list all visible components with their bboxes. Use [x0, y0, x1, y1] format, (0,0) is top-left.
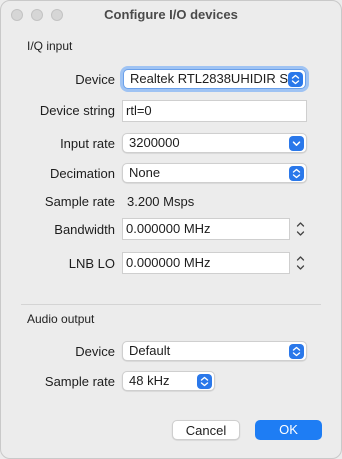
- audio-sample-rate-value: 48 kHz: [129, 373, 170, 388]
- audio-sample-rate-select[interactable]: 48 kHz: [122, 371, 215, 391]
- audio-device-label: Device: [75, 344, 115, 359]
- input-rate-select[interactable]: 3200000: [122, 133, 307, 153]
- cancel-button[interactable]: Cancel: [172, 420, 240, 440]
- bandwidth-stepper[interactable]: [294, 218, 307, 240]
- section-divider: [21, 304, 321, 305]
- window-title: Configure I/O devices: [104, 7, 238, 22]
- iq-device-value: Realtek RTL2838UHIDIR SN: 00000001: [130, 71, 305, 86]
- device-string-label: Device string: [39, 103, 115, 118]
- device-string-field[interactable]: rtl=0: [122, 100, 307, 122]
- iq-device-label: Device: [75, 72, 115, 87]
- decimation-label: Decimation: [49, 166, 115, 181]
- chevron-updown-icon: [197, 374, 212, 389]
- input-rate-label: Input rate: [60, 136, 115, 151]
- iq-device-select[interactable]: Realtek RTL2838UHIDIR SN: 00000001: [123, 69, 306, 89]
- bandwidth-label: Bandwidth: [54, 222, 115, 237]
- lnb-lo-label: LNB LO: [68, 256, 115, 271]
- sample-rate-label: Sample rate: [44, 194, 115, 209]
- decimation-value: None: [129, 165, 161, 180]
- title-bar: Configure I/O devices: [1, 1, 341, 29]
- input-rate-value: 3200000: [129, 135, 180, 150]
- sample-rate-value: 3.200 Msps: [127, 194, 195, 209]
- chevron-down-icon: [289, 136, 304, 151]
- decimation-select[interactable]: None: [122, 163, 307, 183]
- lnb-lo-stepper[interactable]: [294, 252, 307, 274]
- iq-input-section-title: I/Q input: [27, 39, 73, 53]
- chevron-updown-icon: [288, 72, 303, 87]
- lnb-lo-field[interactable]: 0.000000 MHz: [122, 252, 290, 274]
- bandwidth-field[interactable]: 0.000000 MHz: [122, 218, 290, 240]
- chevron-updown-icon: [289, 166, 304, 181]
- audio-output-section-title: Audio output: [27, 312, 95, 326]
- audio-device-value: Default: [129, 343, 171, 358]
- dialog-window: Configure I/O devices I/Q input Device R…: [0, 0, 342, 459]
- chevron-updown-icon: [289, 344, 304, 359]
- ok-button[interactable]: OK: [255, 420, 322, 440]
- audio-sample-rate-label: Sample rate: [44, 374, 115, 389]
- audio-device-select[interactable]: Default: [122, 341, 307, 361]
